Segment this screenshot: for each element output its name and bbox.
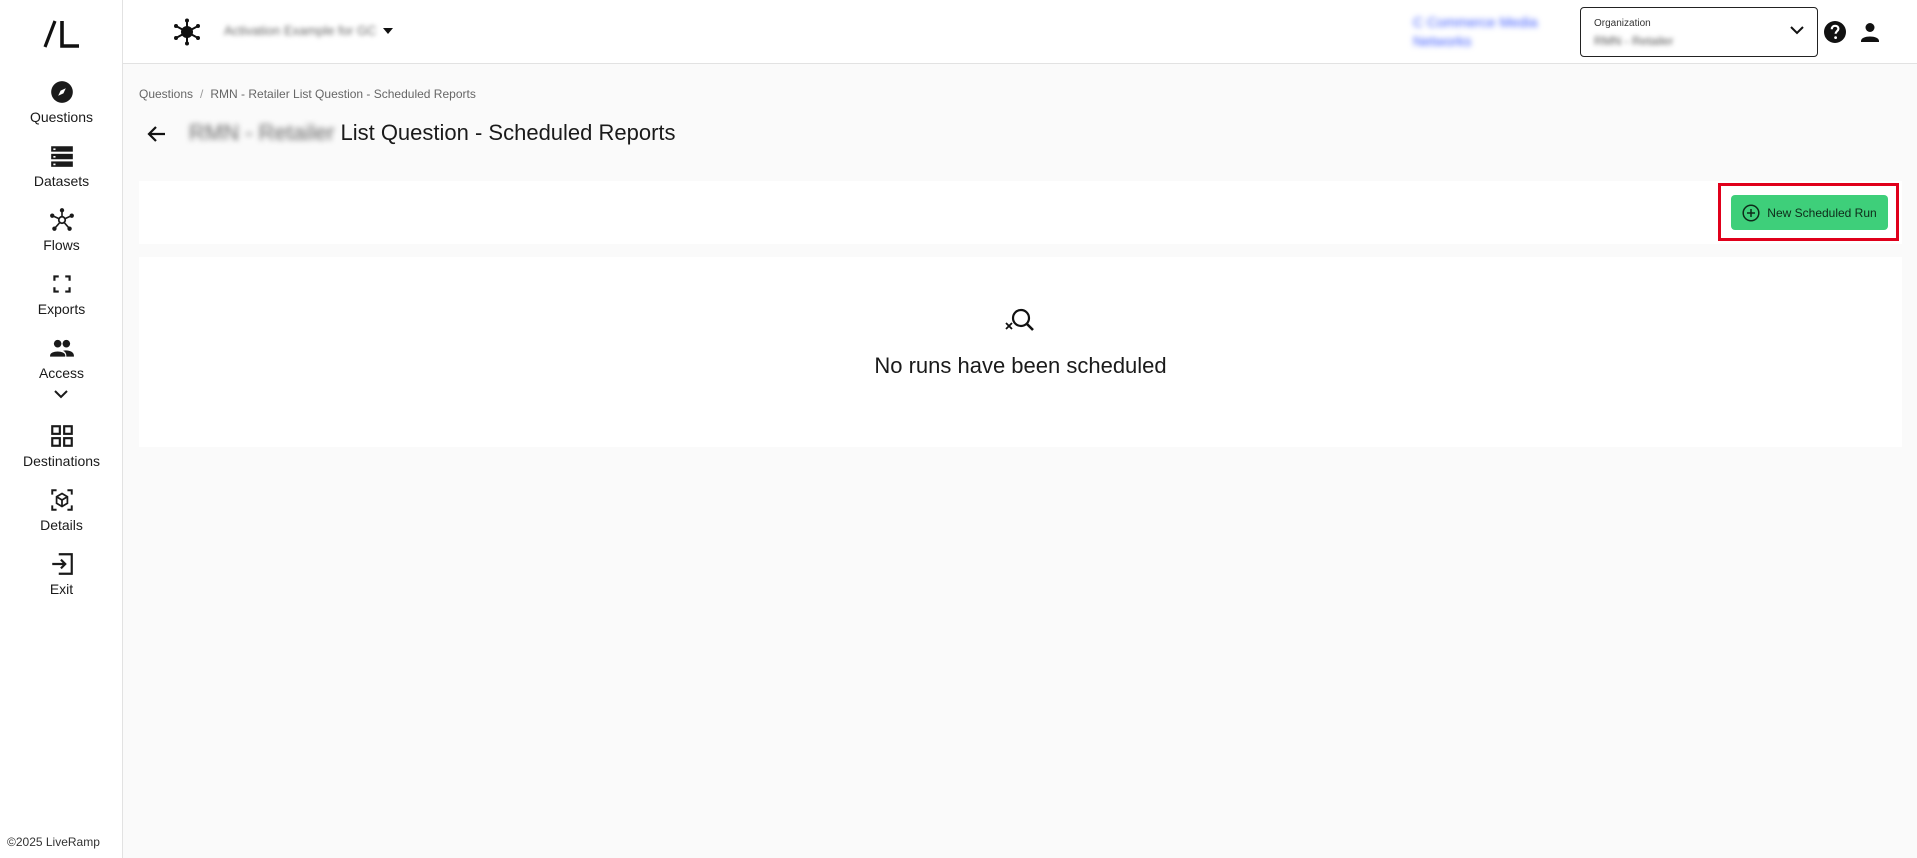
liveramp-logo-icon [43, 20, 79, 48]
sidebar-item-label: Exports [37, 301, 86, 317]
new-scheduled-run-button[interactable]: New Scheduled Run [1731, 195, 1888, 230]
organization-select-value: RMN - Retailer [1594, 34, 1674, 48]
workspace-name: Activation Example for GC [224, 23, 377, 38]
sidebar-item-details[interactable]: Details [0, 487, 123, 543]
breadcrumb-current: RMN - Retailer List Question - Scheduled… [210, 87, 476, 101]
exports-icon [52, 275, 71, 293]
help-icon[interactable] [1823, 20, 1847, 44]
expand-nav-chevron[interactable] [49, 388, 73, 404]
toolbar-card [139, 181, 1902, 244]
sidebar-item-label: Details [40, 517, 83, 533]
organization-select-label: Organization [1594, 18, 1651, 29]
back-arrow-icon[interactable] [145, 122, 169, 146]
exit-icon [51, 553, 73, 575]
sidebar-item-questions[interactable]: Questions [0, 79, 123, 135]
organization-link[interactable]: C Commerce Media Networks [1413, 13, 1563, 51]
sidebar-item-exports[interactable]: Exports [0, 271, 123, 327]
breadcrumb-root[interactable]: Questions [139, 87, 193, 101]
sidebar-item-exit[interactable]: Exit [0, 551, 123, 607]
organization-select[interactable]: Organization RMN - Retailer [1580, 7, 1818, 57]
sidebar-item-flows[interactable]: Flows [0, 207, 123, 263]
empty-state-card [139, 257, 1902, 447]
page-title-prefix: RMN - Retailer [189, 120, 335, 145]
grid-icon [50, 425, 73, 447]
database-icon [50, 146, 73, 167]
user-icon[interactable] [1858, 20, 1882, 44]
sidebar: Questions Datasets Flows Exports Access … [0, 0, 123, 858]
empty-state-message: No runs have been scheduled [874, 353, 1167, 378]
chevron-down-icon [1790, 26, 1804, 35]
workspace-selector[interactable]: Activation Example for GC [224, 23, 394, 38]
copyright: ©2025 LiveRamp [7, 835, 100, 849]
sidebar-item-label: Flows [43, 237, 80, 253]
sidebar-item-label: Exit [49, 581, 74, 597]
plus-circle-icon [1742, 203, 1760, 222]
liveramp-logo[interactable] [0, 14, 123, 54]
page-title-main: List Question - Scheduled Reports [340, 120, 676, 145]
breadcrumb: Questions / RMN - Retailer List Question… [139, 87, 476, 101]
compass-icon [50, 81, 73, 103]
page-title: RMN - Retailer List Question - Scheduled… [189, 120, 676, 146]
sidebar-item-datasets[interactable]: Datasets [0, 143, 123, 199]
sidebar-item-label: Destinations [22, 453, 101, 469]
search-off-icon [1005, 308, 1034, 331]
cube-icon [50, 489, 73, 511]
sidebar-item-label: Datasets [33, 173, 90, 189]
sidebar-item-destinations[interactable]: Destinations [0, 423, 123, 479]
chevron-down-icon [54, 390, 68, 399]
flows-icon [49, 208, 74, 231]
breadcrumb-separator: / [200, 87, 204, 101]
new-scheduled-run-label: New Scheduled Run [1767, 205, 1877, 220]
clean-room-icon [174, 18, 200, 46]
top-bar: Activation Example for GC C Commerce Med… [123, 0, 1917, 64]
sidebar-item-label: Questions [29, 109, 94, 125]
caret-down-icon [383, 27, 394, 34]
